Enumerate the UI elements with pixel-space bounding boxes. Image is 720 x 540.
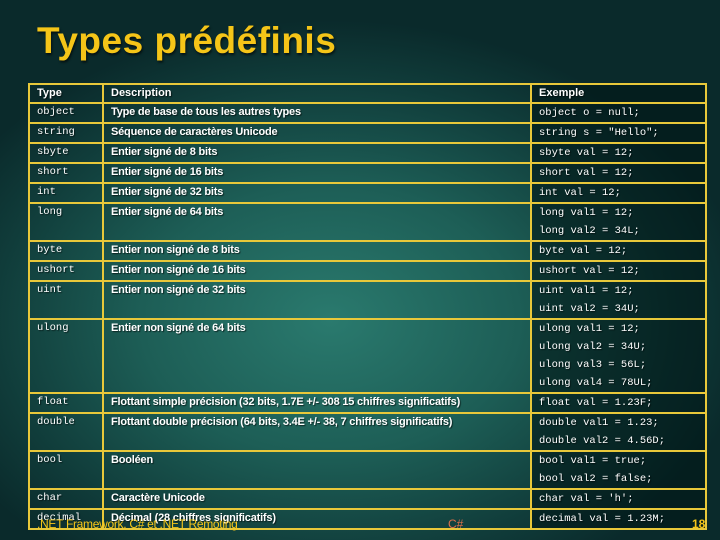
description-cell: Entier non signé de 16 bits <box>102 260 532 282</box>
example-cell: uint val1 = 12; uint val2 = 34U; <box>530 280 707 320</box>
description-cell: Booléen <box>102 450 532 490</box>
table-row: int Entier signé de 32 bits int val = 12; <box>28 182 707 204</box>
example-cell: string s = "Hello"; <box>530 122 707 144</box>
predefined-types-table: Type Description Exemple object Type de b… <box>28 83 707 530</box>
type-cell: double <box>28 412 104 452</box>
example-cell: byte val = 12; <box>530 240 707 262</box>
description-cell: Type de base de tous les autres types <box>102 102 532 124</box>
example-code-line: ulong val4 = 78UL; <box>539 377 653 389</box>
table-row: long Entier signé de 64 bits long val1 = 1… <box>28 202 707 242</box>
example-code-line: uint val2 = 34U; <box>539 303 640 315</box>
table-row: float Flottant simple précision (32 bits,… <box>28 392 707 414</box>
header-description: Description <box>102 83 532 104</box>
table-row: double Flottant double précision (64 bits… <box>28 412 707 452</box>
footer-course-title: .NET Framework, C# et .NET Remoting <box>37 517 238 531</box>
table-row: string Séquence de caractères Unicode stri… <box>28 122 707 144</box>
table-row: bool Booléen bool val1 = true; bool val2 = … <box>28 450 707 490</box>
table-row: uint Entier non signé de 32 bits uint val1… <box>28 280 707 320</box>
example-cell: double val1 = 1.23; double val2 = 4.56D; <box>530 412 707 452</box>
example-code-line: ulong val1 = 12; <box>539 323 640 335</box>
description-cell: Entier signé de 16 bits <box>102 162 532 184</box>
type-cell: object <box>28 102 104 124</box>
type-cell: short <box>28 162 104 184</box>
example-cell: bool val1 = true; bool val2 = false; <box>530 450 707 490</box>
description-cell: Séquence de caractères Unicode <box>102 122 532 144</box>
type-cell: byte <box>28 240 104 262</box>
example-code-line: bool val1 = true; <box>539 455 647 467</box>
example-code-line: bool val2 = false; <box>539 473 653 485</box>
example-code-line: uint val1 = 12; <box>539 285 634 297</box>
example-code-line: long val1 = 12; <box>539 207 634 219</box>
example-cell: char val = 'h'; <box>530 488 707 510</box>
example-code-line: int val = 12; <box>539 187 621 199</box>
example-cell: ushort val = 12; <box>530 260 707 282</box>
table-row: char Caractère Unicode char val = 'h'; <box>28 488 707 510</box>
description-cell: Caractère Unicode <box>102 488 532 510</box>
page-number: 18 <box>692 517 706 531</box>
example-cell: decimal val = 1.23M; <box>530 508 707 530</box>
example-cell: float val = 1.23F; <box>530 392 707 414</box>
footer-section: C# <box>448 517 464 531</box>
type-cell: uint <box>28 280 104 320</box>
table-row: short Entier signé de 16 bits short val = … <box>28 162 707 184</box>
type-cell: float <box>28 392 104 414</box>
example-cell: ulong val1 = 12; ulong val2 = 34U; ulong v… <box>530 318 707 394</box>
description-cell: Entier signé de 8 bits <box>102 142 532 164</box>
type-cell: char <box>28 488 104 510</box>
description-cell: Entier non signé de 8 bits <box>102 240 532 262</box>
example-code-line: ulong val2 = 34U; <box>539 341 647 353</box>
table-row: sbyte Entier signé de 8 bits sbyte val = 1… <box>28 142 707 164</box>
description-cell: Entier non signé de 32 bits <box>102 280 532 320</box>
example-cell: long val1 = 12; long val2 = 34L; <box>530 202 707 242</box>
type-cell: ulong <box>28 318 104 394</box>
example-code-line: decimal val = 1.23M; <box>539 513 666 525</box>
type-cell: long <box>28 202 104 242</box>
type-cell: int <box>28 182 104 204</box>
example-cell: sbyte val = 12; <box>530 142 707 164</box>
slide-title: Types prédéfinis <box>37 20 337 61</box>
example-code-line: ushort val = 12; <box>539 265 640 277</box>
header-example: Exemple <box>530 83 707 104</box>
example-code-line: sbyte val = 12; <box>539 147 634 159</box>
table-row: object Type de base de tous les autres ty… <box>28 102 707 124</box>
example-cell: int val = 12; <box>530 182 707 204</box>
description-cell: Flottant double précision (64 bits, 3.4E… <box>102 412 532 452</box>
type-cell: ushort <box>28 260 104 282</box>
example-code-line: string s = "Hello"; <box>539 127 659 139</box>
example-code-line: object o = null; <box>539 107 640 119</box>
type-cell: sbyte <box>28 142 104 164</box>
description-cell: Flottant simple précision (32 bits, 1.7E… <box>102 392 532 414</box>
example-cell: short val = 12; <box>530 162 707 184</box>
description-cell: Entier signé de 64 bits <box>102 202 532 242</box>
table-body: object Type de base de tous les autres ty… <box>28 102 707 530</box>
example-code-line: double val1 = 1.23; <box>539 417 659 429</box>
example-cell: object o = null; <box>530 102 707 124</box>
example-code-line: ulong val3 = 56L; <box>539 359 647 371</box>
table-row: byte Entier non signé de 8 bits byte val =… <box>28 240 707 262</box>
type-cell: string <box>28 122 104 144</box>
table-header-row: Type Description Exemple <box>28 83 707 104</box>
table-row: ushort Entier non signé de 16 bits ushort … <box>28 260 707 282</box>
example-code-line: short val = 12; <box>539 167 634 179</box>
header-type: Type <box>28 83 104 104</box>
example-code-line: byte val = 12; <box>539 245 628 257</box>
description-cell: Entier signé de 32 bits <box>102 182 532 204</box>
example-code-line: double val2 = 4.56D; <box>539 435 666 447</box>
table-row: ulong Entier non signé de 64 bits ulong va… <box>28 318 707 394</box>
example-code-line: char val = 'h'; <box>539 493 634 505</box>
example-code-line: float val = 1.23F; <box>539 397 653 409</box>
description-cell: Entier non signé de 64 bits <box>102 318 532 394</box>
type-cell: bool <box>28 450 104 490</box>
example-code-line: long val2 = 34L; <box>539 225 640 237</box>
